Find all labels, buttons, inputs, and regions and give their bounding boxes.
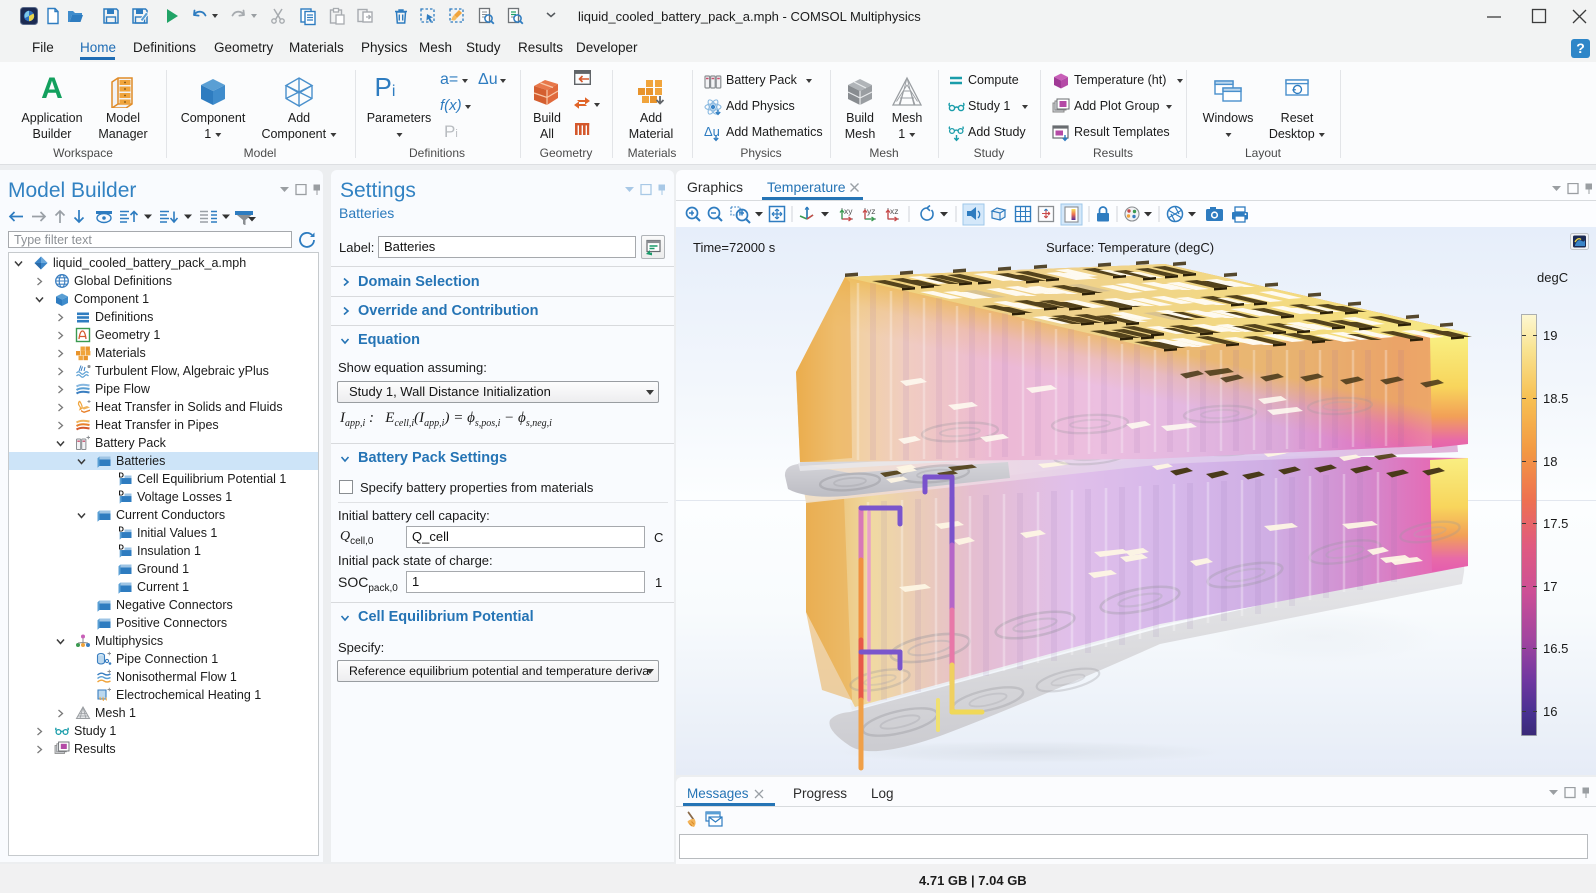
svg-text:D: D (119, 543, 125, 552)
svg-text:xz: xz (890, 206, 899, 216)
svg-text:yz: yz (867, 206, 876, 216)
svg-text:D: D (119, 471, 125, 480)
svg-text:Δu: Δu (704, 124, 720, 139)
svg-text:D: D (119, 489, 125, 498)
svg-text:xy: xy (844, 206, 853, 216)
svg-text:D: D (119, 525, 125, 534)
